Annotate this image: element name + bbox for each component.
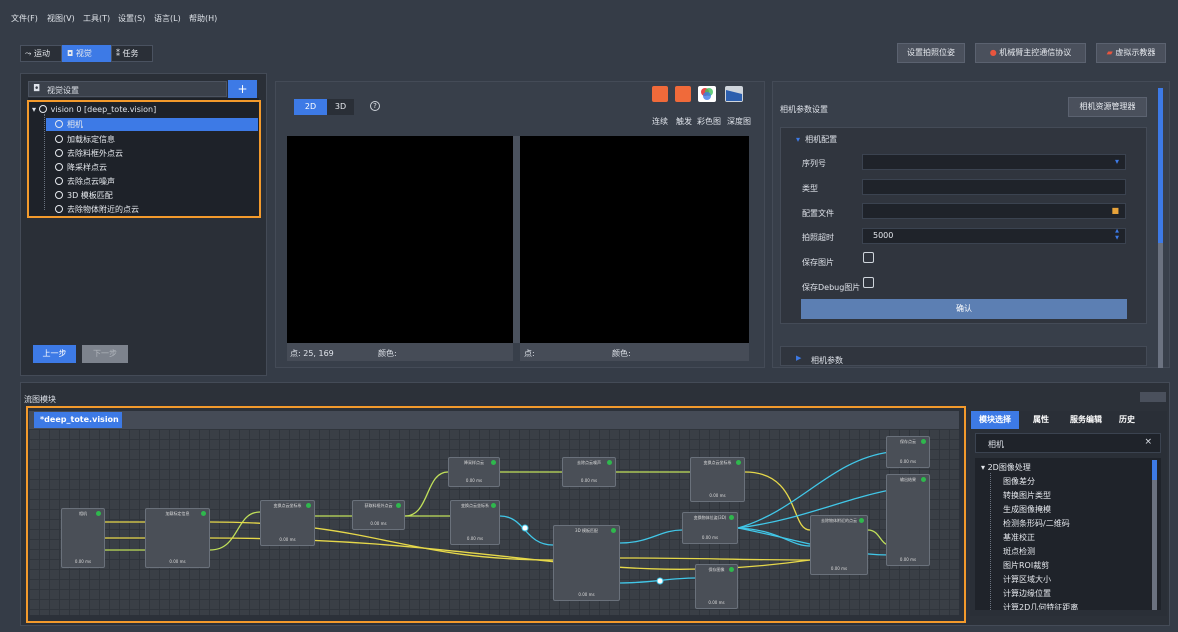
tab-module-select[interactable]: 模块选择	[971, 411, 1019, 429]
module-item[interactable]: 图像差分	[1003, 476, 1035, 487]
module-item[interactable]: 计算区域大小	[1003, 574, 1051, 585]
expand-arrow-icon: ▾	[981, 463, 986, 472]
tab-service-edit[interactable]: 服务编辑	[1060, 411, 1112, 429]
module-item[interactable]: 基准校正	[1003, 532, 1035, 543]
tab-history[interactable]: 历史	[1112, 411, 1142, 429]
clear-icon[interactable]: ×	[1144, 437, 1152, 447]
module-item[interactable]: 计算边缘位置	[1003, 588, 1051, 599]
module-group-2d[interactable]: ▾ 2D图像处理	[981, 462, 1031, 473]
module-item[interactable]: 图片ROI裁剪	[1003, 560, 1049, 571]
tab-properties[interactable]: 属性	[1022, 411, 1060, 429]
tree-guide-line	[990, 473, 991, 610]
module-item[interactable]: 计算2D几何特征距离	[1003, 602, 1078, 610]
module-item[interactable]: 生成图像掩模	[1003, 504, 1051, 515]
module-search-input[interactable]: 相机 ×	[975, 433, 1161, 453]
module-scrollbar-thumb[interactable]	[1152, 460, 1157, 480]
module-item[interactable]: 转换图片类型	[1003, 490, 1051, 501]
module-item[interactable]: 检测条形码/二维码	[1003, 518, 1070, 529]
module-scrollbar[interactable]	[1152, 460, 1157, 610]
module-item[interactable]: 斑点检测	[1003, 546, 1035, 557]
highlight-frame-flow	[26, 406, 966, 623]
